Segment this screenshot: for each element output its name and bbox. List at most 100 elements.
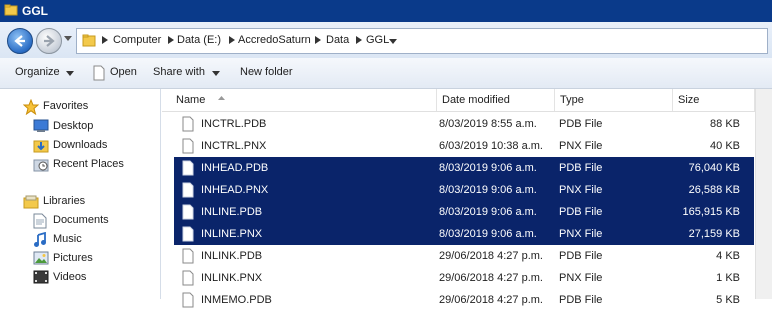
star-icon [23, 99, 39, 115]
recent-places-icon [33, 159, 49, 172]
file-date-modified: 8/03/2019 9:06 a.m. [439, 228, 537, 240]
file-size: 27,159 KB [688, 228, 740, 240]
address-dropdown-icon[interactable] [389, 39, 397, 44]
sidebar-item-label: Pictures [53, 252, 93, 264]
folder-icon [82, 34, 96, 47]
address-row: Computer Data (E:) AccredoSaturn Data GG… [0, 22, 772, 59]
file-row[interactable]: INCTRL.PDB 8/03/2019 8:55 a.m. PDB File 88 … [174, 113, 754, 135]
navigation-pane: Favorites Desktop Downloads Recent Place… [0, 89, 161, 299]
column-header-size[interactable]: Size [672, 89, 755, 111]
sort-ascending-icon [218, 96, 225, 100]
file-date-modified: 29/06/2018 4:27 p.m. [439, 272, 543, 284]
file-row[interactable]: INLINE.PNX 8/03/2019 9:06 a.m. PNX File 27,… [174, 223, 754, 245]
share-with-button[interactable]: Share with [153, 66, 205, 78]
breadcrumb-arrow-icon[interactable] [102, 36, 108, 44]
file-date-modified: 8/03/2019 9:06 a.m. [439, 184, 537, 196]
file-type: PDB File [559, 118, 603, 130]
libraries-icon [23, 195, 39, 209]
file-row[interactable]: INLINK.PDB 29/06/2018 4:27 p.m. PDB File 4 … [174, 245, 754, 267]
file-type: PDB File [559, 162, 603, 174]
file-row[interactable]: INLINE.PDB 8/03/2019 9:06 a.m. PDB File 165… [174, 201, 754, 223]
file-name: INLINE.PDB [201, 206, 263, 218]
file-date-modified: 8/03/2019 8:55 a.m. [439, 118, 537, 130]
file-icon [182, 292, 194, 308]
file-size: 1 KB [716, 272, 740, 284]
file-date-modified: 8/03/2019 9:06 a.m. [439, 162, 537, 174]
open-button[interactable]: Open [110, 66, 137, 78]
file-icon [182, 116, 194, 132]
file-size: 88 KB [710, 118, 740, 130]
title-bar: GGL [0, 0, 772, 22]
file-icon [182, 226, 194, 242]
pictures-icon [33, 251, 49, 265]
file-name: INCTRL.PNX [201, 140, 267, 152]
file-icon [182, 182, 194, 198]
organize-dropdown-icon[interactable] [66, 71, 74, 76]
share-dropdown-icon[interactable] [212, 71, 220, 76]
sidebar-item-label: Documents [53, 214, 109, 226]
file-row[interactable]: INHEAD.PDB 8/03/2019 9:06 a.m. PDB File 76,… [174, 157, 754, 179]
file-name: INMEMO.PDB [201, 294, 272, 306]
column-header-name[interactable]: Name [170, 89, 437, 111]
file-size: 165,915 KB [682, 206, 741, 218]
sidebar-libraries-label: Libraries [43, 195, 86, 207]
file-size: 76,040 KB [688, 162, 740, 174]
command-bar: Organize Open Share with New folder [0, 58, 772, 89]
column-header-type-label: Type [560, 94, 584, 106]
breadcrumb-arrow-icon[interactable] [229, 36, 235, 44]
vertical-scrollbar[interactable] [755, 89, 772, 299]
file-icon [182, 204, 194, 220]
file-icon [182, 160, 194, 176]
sidebar-item-label: Downloads [53, 139, 108, 151]
forward-button[interactable] [36, 28, 62, 54]
file-row[interactable]: INHEAD.PNX 8/03/2019 9:06 a.m. PNX File 26,… [174, 179, 754, 201]
videos-icon [33, 270, 49, 284]
breadcrumb-ggl[interactable]: GGL [366, 34, 389, 46]
file-icon [182, 248, 194, 264]
back-button[interactable] [7, 28, 33, 54]
file-type: PNX File [559, 272, 603, 284]
document-icon [93, 65, 105, 81]
breadcrumb-data[interactable]: Data [326, 34, 349, 46]
file-name: INLINK.PNX [201, 272, 263, 284]
file-row[interactable]: INCTRL.PNX 6/03/2019 10:38 a.m. PNX File 40… [174, 135, 754, 157]
breadcrumb-arrow-icon[interactable] [168, 36, 174, 44]
file-name: INHEAD.PDB [201, 162, 269, 174]
file-size: 4 KB [716, 250, 740, 262]
breadcrumb-accredosaturn[interactable]: AccredoSaturn [238, 34, 311, 46]
sidebar-item-label: Desktop [53, 120, 94, 132]
file-name: INCTRL.PDB [201, 118, 267, 130]
file-type: PNX File [559, 184, 603, 196]
recent-pages-dropdown[interactable] [64, 36, 72, 42]
address-bar[interactable]: Computer Data (E:) AccredoSaturn Data GG… [76, 28, 768, 54]
file-date-modified: 29/06/2018 4:27 p.m. [439, 294, 543, 306]
desktop-icon [33, 119, 49, 132]
file-row[interactable]: INMEMO.PDB 29/06/2018 4:27 p.m. PDB File 5 … [174, 289, 754, 311]
sidebar-favorites-label: Favorites [43, 100, 89, 112]
sidebar-item-label: Videos [53, 271, 87, 283]
breadcrumb-computer[interactable]: Computer [113, 34, 161, 46]
file-row[interactable]: INLINK.PNX 29/06/2018 4:27 p.m. PNX File 1 … [174, 267, 754, 289]
column-header-type[interactable]: Type [554, 89, 673, 111]
breadcrumb-arrow-icon[interactable] [356, 36, 362, 44]
file-name: INLINK.PDB [201, 250, 263, 262]
file-name: INHEAD.PNX [201, 184, 269, 196]
documents-icon [33, 213, 47, 229]
column-header-name-label: Name [176, 94, 206, 106]
file-size: 5 KB [716, 294, 740, 306]
sidebar-item-label: Recent Places [53, 158, 124, 170]
sidebar-item-label: Music [53, 233, 82, 245]
music-icon [34, 232, 46, 247]
new-folder-button[interactable]: New folder [240, 66, 293, 78]
file-date-modified: 29/06/2018 4:27 p.m. [439, 250, 543, 262]
file-type: PNX File [559, 228, 603, 240]
file-name: INLINE.PNX [201, 228, 263, 240]
breadcrumb-data-drive[interactable]: Data (E:) [177, 34, 221, 46]
column-header-date[interactable]: Date modified [436, 89, 555, 111]
column-header-size-label: Size [678, 94, 700, 106]
file-type: PNX File [559, 140, 603, 152]
organize-button[interactable]: Organize [15, 66, 60, 78]
downloads-icon [33, 140, 49, 153]
folder-icon [4, 4, 18, 16]
breadcrumb-arrow-icon[interactable] [315, 36, 321, 44]
